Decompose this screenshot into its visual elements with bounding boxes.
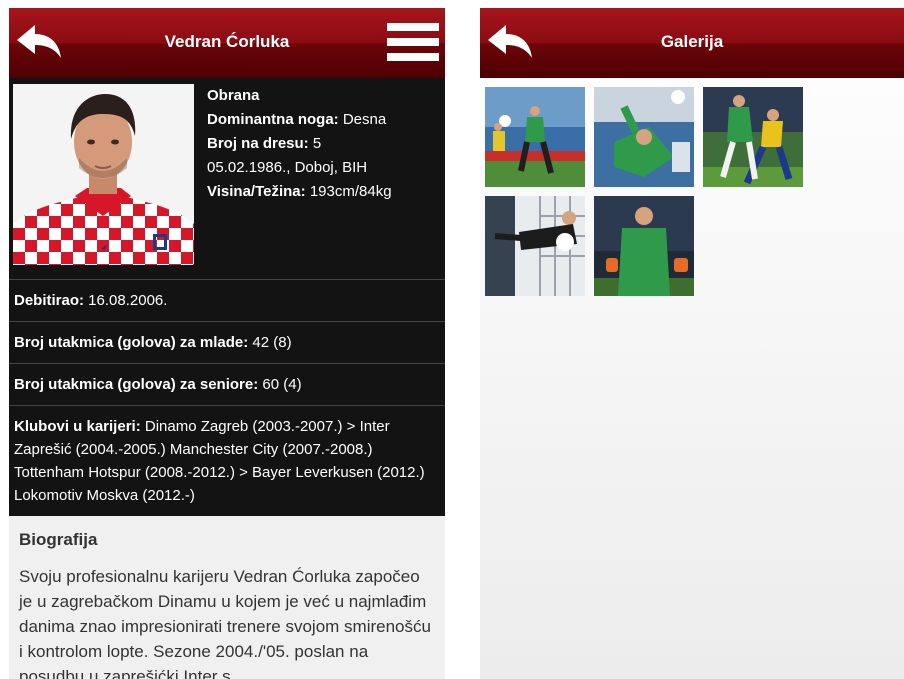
gallery-screen: Galerija [480,8,904,679]
foot-label: Dominantna noga: [207,111,339,128]
size-label: Visina/Težina: [207,183,306,200]
gallery-thumbnail[interactable] [703,87,803,187]
gallery-thumbnail[interactable] [485,196,585,296]
youth-caps-row: Broj utakmica (golova) za mlade: 42 (8) [9,321,445,363]
player-facts: Obrana Dominantna noga: Desna Broj na dr… [194,84,392,265]
gallery-title: Galerija [660,32,724,51]
biography-heading: Biografija [19,530,98,549]
size-value: 193cm/84kg [305,183,392,200]
jersey-label: Broj na dresu: [207,135,309,152]
gallery-header-bar: Galerija [480,8,904,78]
clubs-row: Klubovi u karijeri: Dinamo Zagreb (2003.… [9,405,445,516]
gallery-grid [480,78,904,305]
debut-row: Debitirao: 16.08.2006. [9,279,445,321]
gallery-thumbnail[interactable] [594,87,694,187]
gallery-thumbnail[interactable] [485,87,585,187]
senior-label: Broj utakmica (golova) za seniore: [14,376,259,393]
youth-label: Broj utakmica (golova) za mlade: [14,334,249,351]
position-label: Obrana [207,87,260,104]
birth-info: 05.02.1986., Doboj, BIH [207,159,368,176]
profile-header-bar: Vedran Ćorluka [9,8,445,78]
gallery-thumbnail[interactable] [594,196,694,296]
senior-value: 60 (4) [258,376,302,393]
player-profile-screen: Vedran Ćorluka Obrana Dominantna noga: D… [9,8,445,679]
clubs-label: Klubovi u karijeri: [14,418,141,435]
debut-label: Debitirao: [14,292,85,309]
senior-caps-row: Broj utakmica (golova) za seniore: 60 (4… [9,363,445,405]
player-photo [13,84,194,265]
page-title: Vedran Ćorluka [164,32,290,51]
foot-value: Desna [338,111,387,128]
youth-value: 42 (8) [248,334,292,351]
hamburger-menu-icon[interactable] [387,23,439,63]
jersey-value: 5 [308,135,322,152]
biography-text: Svoju profesionalnu karijeru Vedran Ćorl… [19,567,431,679]
debut-value: 16.08.2006. [84,292,168,309]
player-info-panel: Obrana Dominantna noga: Desna Broj na dr… [9,78,445,516]
